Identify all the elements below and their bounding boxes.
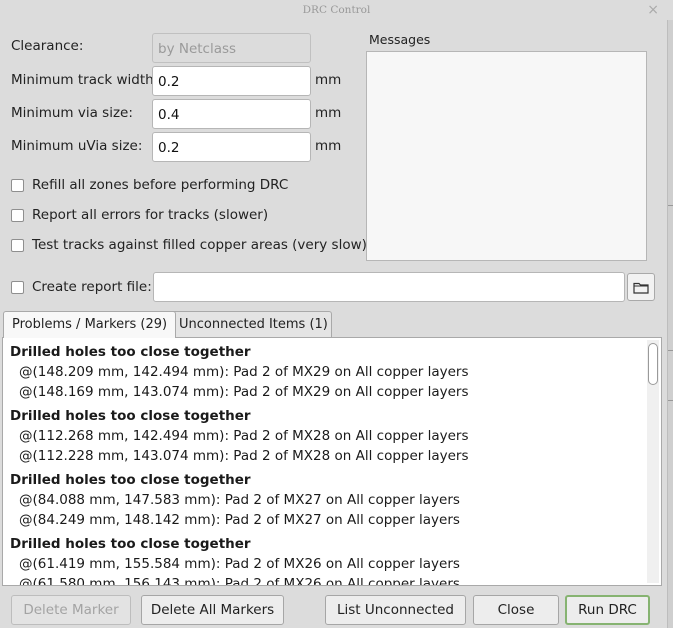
via-size-label: Minimum via size: — [11, 105, 133, 121]
problems-list-content: Drilled holes too close together @(148.20… — [3, 338, 643, 585]
track-width-label: Minimum track width: — [11, 72, 159, 88]
problem-item[interactable]: @(61.419 mm, 155.584 mm): Pad 2 of MX26 … — [3, 554, 643, 574]
uvia-size-unit: mm — [315, 138, 342, 154]
problem-item[interactable]: @(61.580 mm, 156.143 mm): Pad 2 of MX26 … — [3, 574, 643, 585]
report-all-errors-checkbox[interactable]: Report all errors for tracks (slower) — [11, 207, 268, 223]
track-width-input[interactable]: 0.2 — [152, 66, 311, 96]
checkbox-box[interactable] — [11, 178, 24, 192]
uvia-size-input[interactable]: 0.2 — [152, 132, 311, 162]
checkbox-box[interactable] — [11, 280, 24, 294]
report-file-input[interactable] — [153, 272, 625, 302]
delete-all-markers-button[interactable]: Delete All Markers — [141, 595, 284, 625]
window-edge — [667, 20, 673, 628]
window-title: DRC Control — [302, 4, 371, 16]
report-all-errors-label: Report all errors for tracks (slower) — [32, 207, 269, 223]
list-unconnected-button[interactable]: List Unconnected — [325, 595, 466, 625]
title-bar: DRC Control × — [0, 0, 673, 20]
checkbox-box[interactable] — [11, 238, 24, 252]
create-report-checkbox[interactable]: Create report file: — [11, 279, 152, 295]
problems-list[interactable]: Drilled holes too close together @(148.20… — [2, 337, 662, 586]
problem-group-title[interactable]: Drilled holes too close together — [3, 342, 643, 362]
problem-item[interactable]: @(112.268 mm, 142.494 mm): Pad 2 of MX28… — [3, 426, 643, 446]
test-tracks-label: Test tracks against filled copper areas … — [32, 237, 367, 253]
clearance-label: Clearance: — [11, 38, 84, 54]
folder-icon — [633, 282, 649, 294]
browse-folder-button[interactable] — [627, 273, 655, 301]
refill-zones-checkbox[interactable]: Refill all zones before performing DRC — [11, 177, 288, 193]
tab-unconnected-items[interactable]: Unconnected Items (1) — [170, 311, 332, 337]
test-tracks-checkbox[interactable]: Test tracks against filled copper areas … — [11, 237, 367, 253]
problem-item[interactable]: @(84.249 mm, 148.142 mm): Pad 2 of MX27 … — [3, 510, 643, 530]
problem-item[interactable]: @(148.169 mm, 143.074 mm): Pad 2 of MX29… — [3, 382, 643, 402]
vertical-scrollbar[interactable] — [647, 340, 659, 583]
problem-group-title[interactable]: Drilled holes too close together — [3, 534, 643, 554]
delete-marker-button[interactable]: Delete Marker — [11, 595, 131, 625]
messages-label: Messages — [369, 32, 431, 47]
clearance-field: by Netclass — [152, 33, 311, 63]
checkbox-box[interactable] — [11, 208, 24, 222]
problem-item[interactable]: @(84.088 mm, 147.583 mm): Pad 2 of MX27 … — [3, 490, 643, 510]
create-report-label: Create report file: — [32, 279, 152, 295]
refill-zones-label: Refill all zones before performing DRC — [32, 177, 289, 193]
scrollbar-thumb[interactable] — [648, 343, 658, 385]
problem-item[interactable]: @(112.228 mm, 143.074 mm): Pad 2 of MX28… — [3, 446, 643, 466]
problem-group-title[interactable]: Drilled holes too close together — [3, 470, 643, 490]
uvia-size-label: Minimum uVia size: — [11, 138, 143, 154]
messages-panel[interactable] — [366, 51, 647, 261]
tab-problems-markers[interactable]: Problems / Markers (29) — [3, 311, 177, 338]
via-size-input[interactable]: 0.4 — [152, 99, 311, 129]
run-drc-button[interactable]: Run DRC — [565, 595, 650, 625]
problem-item[interactable]: @(148.209 mm, 142.494 mm): Pad 2 of MX29… — [3, 362, 643, 382]
close-button[interactable]: Close — [473, 595, 559, 625]
problem-group-title[interactable]: Drilled holes too close together — [3, 406, 643, 426]
via-size-unit: mm — [315, 105, 342, 121]
close-icon[interactable]: × — [647, 0, 659, 20]
track-width-unit: mm — [315, 72, 342, 88]
